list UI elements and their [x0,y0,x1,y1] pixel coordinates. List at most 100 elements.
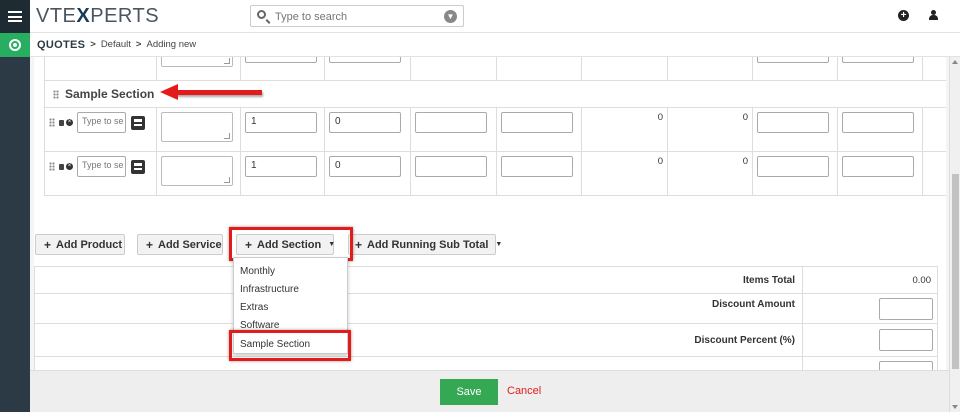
cell [667,57,753,81]
dropdown-option-monthly[interactable]: Monthly [240,266,275,277]
trash-icon[interactable] [59,119,64,126]
logo-text-prefix: VTE [36,5,77,27]
annotation-arrow-icon [160,84,264,101]
dropdown-option-extras[interactable]: Extras [240,302,268,313]
dropdown-option-infrastructure[interactable]: Infrastructure [240,284,299,295]
plus-icon: + [44,237,52,252]
breadcrumb-module[interactable]: QUOTES [37,39,85,51]
text-field[interactable] [757,112,829,133]
cell [496,107,582,152]
highlight-box [229,227,353,261]
cell [802,323,938,357]
quantity-field[interactable] [245,57,317,63]
table-row: × Type to se 1 0 0 0 [44,151,946,196]
text-field[interactable] [842,112,914,133]
quantity-field[interactable]: 1 [245,156,317,177]
text-field[interactable] [757,57,829,63]
add-service-button[interactable]: + Add Service [137,234,223,255]
drag-handle-icon[interactable] [53,90,59,100]
text-field[interactable] [842,156,914,177]
cell [752,151,838,196]
box-icon[interactable] [131,159,145,174]
cell [44,57,157,81]
close-icon[interactable]: × [66,163,73,170]
save-button[interactable]: Save [440,379,498,405]
form-footer: Save Cancel [30,370,949,412]
chevron-down-icon[interactable]: ▼ [444,10,457,23]
cell [802,293,938,324]
product-search-input[interactable]: Type to se [77,112,126,133]
add-product-button[interactable]: + Add Product [35,234,125,255]
text-field[interactable] [415,156,487,177]
cell [837,151,923,196]
list-price-field[interactable]: 0 [329,112,401,133]
text-field[interactable] [757,156,829,177]
totals-panel: Items Total 0.00 Discount Amount Discoun… [34,266,938,377]
cell [240,57,325,81]
discount-amount-input[interactable] [879,297,933,320]
logo-text-x: X [76,5,91,27]
comment-textarea[interactable] [161,156,233,186]
totals-row: Discount Percent (%) [34,323,938,357]
comment-textarea[interactable] [161,112,233,142]
text-field[interactable] [501,156,573,177]
net-value: 0 [667,151,753,196]
cell [410,107,497,152]
menu-toggle[interactable] [0,0,30,33]
plus-icon: + [146,237,154,252]
text-field[interactable] [501,112,573,133]
net-value: 0 [667,107,753,152]
scroll-down-icon[interactable] [952,405,958,409]
trash-icon[interactable] [59,163,64,170]
add-product-label: Add Product [56,238,123,251]
totals-table: Items Total 0.00 Discount Amount Discoun… [34,266,938,377]
totals-row: Discount Amount [34,293,938,324]
plus-circle-icon[interactable]: + [898,10,909,21]
logo[interactable]: VTEXPERTS [36,5,159,28]
add-running-sub-total-button[interactable]: + Add Running Sub Total ▼ [348,234,502,255]
logo-text-suffix: PERTS [90,5,160,27]
drag-handle-icon[interactable] [49,162,55,171]
text-field[interactable] [415,112,487,133]
sidebar-active-item[interactable] [0,33,30,57]
cell [752,57,838,81]
search-icon [257,10,266,19]
left-sidebar [0,0,30,412]
cell [837,57,923,81]
total-value: 0 [581,151,668,196]
cell [922,107,946,152]
box-icon[interactable] [131,115,145,130]
price-field[interactable] [329,57,401,63]
cell [410,151,497,196]
product-search-input[interactable]: Type to se [77,156,126,177]
cell [752,107,838,152]
quantity-field[interactable]: 1 [245,112,317,133]
top-bar: VTEXPERTS ▼ + [30,0,960,33]
global-search: ▼ [250,5,464,27]
breadcrumb-item[interactable]: Default [101,39,131,50]
cell [410,57,497,81]
list-price-field[interactable]: 0 [329,156,401,177]
cell: 1 [240,151,325,196]
close-icon[interactable]: × [66,119,73,126]
scroll-up-icon[interactable] [952,60,958,64]
highlight-box [229,330,351,361]
row-controls: × Type to se [44,107,157,152]
hamburger-icon [8,11,22,22]
breadcrumb-separator: > [90,39,96,50]
scrollbar-thumb[interactable] [952,174,959,369]
drag-handle-icon[interactable] [49,118,55,127]
vertical-scrollbar[interactable] [949,57,960,412]
totals-row: Items Total 0.00 [34,266,938,294]
comment-textarea[interactable] [161,57,233,67]
cell: 0 [324,151,411,196]
cell [496,57,582,81]
breadcrumb-separator: > [135,39,142,50]
text-field[interactable] [842,57,914,63]
search-input[interactable] [273,7,437,27]
discount-percent-input[interactable] [879,329,933,351]
user-icon[interactable] [928,10,938,21]
cell [156,57,241,81]
table-row-partial [44,57,946,81]
cancel-link[interactable]: Cancel [507,385,541,397]
